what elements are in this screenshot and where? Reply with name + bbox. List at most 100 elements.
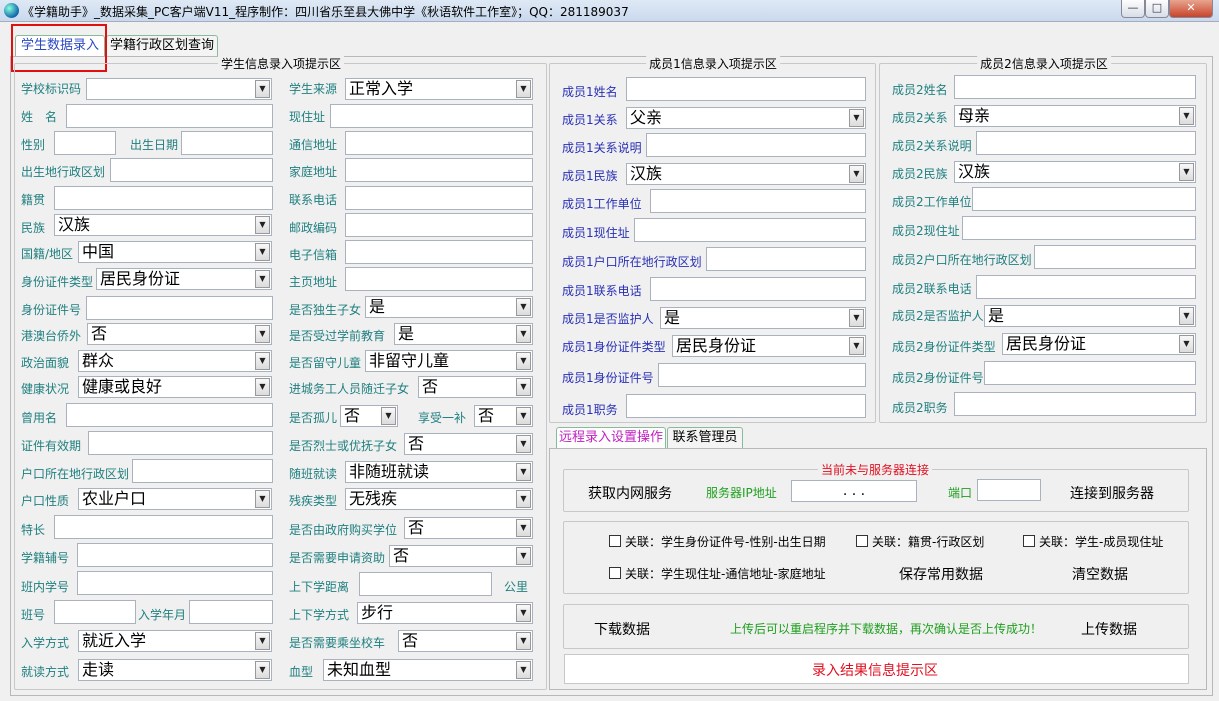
tab-region-query[interactable]: 学籍行政区划查询: [106, 35, 218, 57]
birth-input[interactable]: [181, 131, 273, 155]
class-input[interactable]: [54, 600, 136, 624]
link4-checkbox[interactable]: [609, 567, 621, 579]
school-id-select[interactable]: ▼: [86, 78, 272, 100]
formername-input[interactable]: [66, 403, 273, 427]
m1-hukou-input[interactable]: [706, 247, 866, 271]
homepage-input[interactable]: [345, 267, 533, 291]
mail-addr-input[interactable]: [345, 131, 533, 155]
political-select[interactable]: 群众 ▼: [78, 350, 272, 372]
preschool-select[interactable]: 是 ▼: [394, 323, 533, 345]
tab-remote-settings[interactable]: 远程录入设置操作: [556, 427, 666, 449]
aux-no-input[interactable]: [77, 543, 273, 567]
migrant-select[interactable]: 否 ▼: [418, 376, 533, 398]
m1-idno-input[interactable]: [658, 363, 866, 387]
blood-select[interactable]: 未知血型 ▼: [323, 659, 533, 681]
m1-ethnic-select[interactable]: 汉族 ▼: [626, 163, 866, 185]
hukou-region-input[interactable]: [132, 459, 273, 483]
enroll-year-label: 入学年月: [138, 608, 187, 622]
overseas-select[interactable]: 否 ▼: [87, 323, 272, 345]
bus-select[interactable]: 否 ▼: [398, 630, 533, 652]
phone-input[interactable]: [345, 186, 533, 210]
m2-ethnic-select[interactable]: 汉族 ▼: [954, 161, 1196, 183]
aux-no-label: 学籍辅号: [21, 551, 70, 565]
enroll-way-select[interactable]: 就近入学 ▼: [78, 630, 272, 652]
m2-job-input[interactable]: [954, 392, 1196, 416]
disability-select[interactable]: 无残疾 ▼: [345, 488, 533, 510]
m1-work-input[interactable]: [650, 189, 866, 213]
m2-guardian-select[interactable]: 是 ▼: [984, 305, 1196, 327]
link2-label[interactable]: 关联：籍贯-行政区划: [872, 533, 984, 550]
orphan-select[interactable]: 否 ▼: [340, 405, 398, 427]
nation-select[interactable]: 中国 ▼: [78, 241, 272, 263]
email-input[interactable]: [345, 240, 533, 264]
m2-idno-input[interactable]: [984, 361, 1196, 385]
home-addr-input[interactable]: [345, 158, 533, 182]
m1-guardian-select[interactable]: 是 ▼: [660, 307, 866, 329]
address-input[interactable]: [330, 104, 533, 128]
minimize-button[interactable]: —: [1121, 0, 1145, 18]
link2-checkbox[interactable]: [856, 535, 868, 547]
link4-label[interactable]: 关联：学生现住址-通信地址-家庭地址: [625, 565, 826, 582]
m2-work-input[interactable]: [972, 187, 1196, 211]
m2-addr-input[interactable]: [962, 216, 1196, 240]
distance-input[interactable]: [359, 572, 492, 596]
clear-button[interactable]: 清空数据: [1072, 564, 1128, 584]
commute-select[interactable]: 步行 ▼: [357, 602, 533, 624]
native-input[interactable]: [54, 186, 273, 210]
enroll-year-input[interactable]: [189, 600, 273, 624]
m1-hukou-label: 成员1户口所在地行政区划: [562, 255, 702, 269]
health-select[interactable]: 健康或良好 ▼: [78, 376, 272, 398]
subsidy-select[interactable]: 否 ▼: [474, 405, 533, 427]
maximize-button[interactable]: □: [1145, 0, 1169, 18]
m1-addr-input[interactable]: [634, 218, 866, 242]
idvalid-input[interactable]: [88, 431, 273, 455]
m2-rel-note-input[interactable]: [976, 131, 1196, 155]
download-button[interactable]: 下载数据: [594, 619, 650, 639]
gov-degree-select[interactable]: 否 ▼: [404, 517, 533, 539]
m1-rel-select[interactable]: 父亲 ▼: [626, 107, 866, 129]
m1-idtype-value: 居民身份证: [676, 336, 757, 355]
link1-checkbox[interactable]: [609, 535, 621, 547]
member1-group-title: 成员1信息录入项提示区: [646, 55, 780, 72]
gender-input[interactable]: [54, 131, 116, 155]
m1-name-input[interactable]: [626, 77, 866, 101]
idno-input[interactable]: [86, 296, 273, 320]
m1-rel-note-input[interactable]: [646, 133, 866, 157]
server-ip-input[interactable]: . . .: [791, 480, 917, 502]
port-input[interactable]: [977, 479, 1041, 501]
m1-phone-input[interactable]: [650, 277, 866, 301]
m2-idtype-select[interactable]: 居民身份证 ▼: [1002, 333, 1196, 355]
link3-label[interactable]: 关联：学生-成员现住址: [1039, 533, 1163, 550]
get-lan-button[interactable]: 获取内网服务: [588, 483, 672, 503]
source-select[interactable]: 正常入学 ▼: [345, 78, 533, 100]
specialty-input[interactable]: [54, 515, 273, 539]
m2-rel-select[interactable]: 母亲 ▼: [954, 105, 1196, 127]
class-no-input[interactable]: [77, 571, 273, 595]
only-child-select[interactable]: 是 ▼: [365, 296, 533, 318]
upload-button[interactable]: 上传数据: [1081, 619, 1137, 639]
idtype-select[interactable]: 居民身份证 ▼: [96, 268, 272, 290]
m1-idtype-select[interactable]: 居民身份证 ▼: [672, 335, 866, 357]
left-behind-select[interactable]: 非留守儿童 ▼: [365, 350, 533, 372]
martyr-select[interactable]: 否 ▼: [404, 433, 533, 455]
connect-button[interactable]: 连接到服务器: [1070, 483, 1154, 503]
close-button[interactable]: ✕: [1169, 0, 1213, 18]
m2-phone-input[interactable]: [976, 275, 1196, 299]
regular-select[interactable]: 非随班就读 ▼: [345, 461, 533, 483]
m1-job-input[interactable]: [626, 394, 866, 418]
zip-input[interactable]: [345, 213, 533, 237]
aid-select[interactable]: 否 ▼: [389, 545, 533, 567]
save-button[interactable]: 保存常用数据: [899, 564, 983, 584]
m2-hukou-input[interactable]: [1034, 245, 1196, 269]
link1-label[interactable]: 关联：学生身份证件号-性别-出生日期: [625, 533, 826, 550]
hukou-type-select[interactable]: 农业户口 ▼: [78, 488, 272, 510]
m2-name-input[interactable]: [954, 75, 1196, 99]
link3-checkbox[interactable]: [1023, 535, 1035, 547]
birthplace-input[interactable]: [110, 158, 273, 182]
study-way-select[interactable]: 走读 ▼: [78, 659, 272, 681]
migrant-value: 否: [422, 377, 439, 396]
ethnic-select[interactable]: 汉族 ▼: [54, 214, 272, 236]
tab-contact-admin[interactable]: 联系管理员: [667, 427, 743, 449]
name-label: 姓 名: [21, 110, 58, 124]
name-input[interactable]: [66, 104, 273, 128]
